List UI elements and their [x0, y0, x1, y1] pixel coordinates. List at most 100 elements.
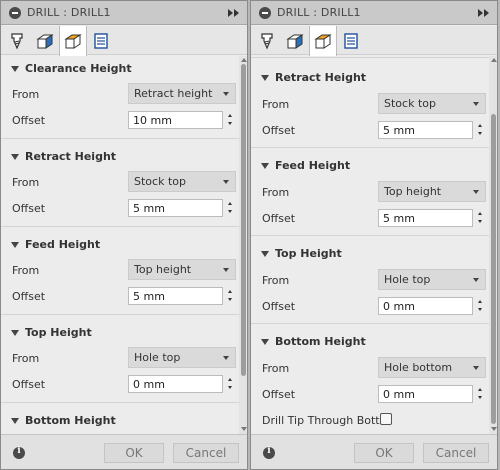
- scrollbar-thumb[interactable]: [491, 114, 496, 424]
- section-title: Clearance Height: [25, 62, 132, 75]
- retract-offset-input[interactable]: 5 mm: [378, 121, 473, 139]
- vertical-scrollbar[interactable]: [489, 56, 497, 434]
- dialog-footer: OK Cancel: [1, 434, 247, 469]
- tab-geometry[interactable]: [31, 26, 59, 55]
- spin-down-icon[interactable]: [478, 132, 482, 135]
- heights-box-icon: [314, 34, 332, 49]
- ok-button[interactable]: OK: [354, 443, 414, 463]
- collapse-icon[interactable]: [259, 7, 271, 19]
- scroll-up-icon[interactable]: [491, 58, 497, 62]
- spin-up-icon[interactable]: [228, 378, 232, 381]
- tab-geometry[interactable]: [281, 26, 309, 55]
- panel-titlebar[interactable]: DRILL : DRILL1: [1, 1, 247, 25]
- top-offset-input[interactable]: 0 mm: [128, 375, 223, 393]
- section-bottom-height[interactable]: Bottom Height: [1, 410, 239, 432]
- retract-from-select[interactable]: Stock top: [128, 171, 236, 192]
- spin-up-icon[interactable]: [478, 212, 482, 215]
- tab-tool[interactable]: [3, 26, 31, 55]
- clearance-offset-input[interactable]: 10 mm: [128, 111, 223, 129]
- tab-heights[interactable]: [309, 26, 337, 56]
- clearance-offset-spinner[interactable]: [224, 111, 236, 129]
- drill-tip-through-label: Drill Tip Through Bott...: [262, 414, 391, 427]
- spin-down-icon[interactable]: [228, 210, 232, 213]
- spin-down-icon[interactable]: [228, 298, 232, 301]
- tab-cycle[interactable]: [87, 26, 115, 55]
- offset-label: Offset: [12, 114, 46, 127]
- vertical-scrollbar[interactable]: [239, 56, 247, 434]
- spin-up-icon[interactable]: [228, 290, 232, 293]
- expand-arrows-icon[interactable]: [227, 8, 241, 18]
- spin-down-icon[interactable]: [228, 122, 232, 125]
- dropdown-arrow-icon: [473, 366, 479, 370]
- caret-down-icon: [11, 154, 19, 160]
- bottom-from-select[interactable]: Hole bottom: [378, 357, 486, 378]
- scroll-up-icon[interactable]: [241, 58, 247, 62]
- section-divider: [1, 402, 239, 403]
- from-label: From: [12, 176, 40, 189]
- collapse-icon[interactable]: [9, 7, 21, 19]
- drill-tip-through-checkbox[interactable]: [380, 413, 392, 425]
- spin-up-icon[interactable]: [478, 300, 482, 303]
- retract-offset-spinner[interactable]: [224, 199, 236, 217]
- spin-up-icon[interactable]: [228, 202, 232, 205]
- spin-up-icon[interactable]: [228, 114, 232, 117]
- section-top-height[interactable]: Top Height: [1, 322, 239, 344]
- select-value: Retract height: [134, 87, 213, 100]
- spin-down-icon[interactable]: [478, 308, 482, 311]
- caret-down-icon: [11, 418, 19, 424]
- section-feed-height[interactable]: Feed Height: [251, 155, 489, 177]
- heights-box-icon: [64, 34, 82, 49]
- expand-arrows-icon[interactable]: [477, 8, 491, 18]
- feed-offset-spinner[interactable]: [224, 287, 236, 305]
- section-top-height[interactable]: Top Height: [251, 243, 489, 265]
- top-offset-input[interactable]: 0 mm: [378, 297, 473, 315]
- select-value: Top height: [134, 263, 192, 276]
- tab-tool[interactable]: [253, 26, 281, 55]
- spin-down-icon[interactable]: [228, 386, 232, 389]
- dropdown-arrow-icon: [223, 180, 229, 184]
- bottom-offset-input[interactable]: 0 mm: [378, 385, 473, 403]
- spin-up-icon[interactable]: [478, 124, 482, 127]
- section-feed-height[interactable]: Feed Height: [1, 234, 239, 256]
- section-bottom-height[interactable]: Bottom Height: [251, 331, 489, 353]
- spin-down-icon[interactable]: [478, 220, 482, 223]
- drill-panel-left: DRILL : DRILL1 Clearance Height From Ret…: [0, 0, 248, 470]
- top-from-select[interactable]: Hole top: [378, 269, 486, 290]
- feed-from-select[interactable]: Top height: [378, 181, 486, 202]
- scroll-down-icon[interactable]: [241, 427, 247, 431]
- section-retract-height[interactable]: Retract Height: [1, 146, 239, 168]
- ok-button[interactable]: OK: [104, 443, 164, 463]
- select-value: Stock top: [384, 97, 436, 110]
- cancel-button[interactable]: Cancel: [423, 443, 489, 463]
- tab-toolbar: [1, 26, 247, 56]
- section-retract-height[interactable]: Retract Height: [251, 67, 489, 89]
- spin-up-icon[interactable]: [478, 388, 482, 391]
- feed-offset-input[interactable]: 5 mm: [378, 209, 473, 227]
- panel-titlebar[interactable]: DRILL : DRILL1: [251, 1, 497, 25]
- feed-offset-spinner[interactable]: [474, 209, 486, 227]
- parameters-scroll-area[interactable]: Clearance Height From Retract height Off…: [1, 56, 239, 434]
- spin-down-icon[interactable]: [478, 396, 482, 399]
- top-offset-spinner[interactable]: [224, 375, 236, 393]
- scroll-down-icon[interactable]: [491, 427, 497, 431]
- parameters-scroll-area[interactable]: Retract Height From Stock top Offset 5 m…: [251, 56, 489, 434]
- cancel-button[interactable]: Cancel: [173, 443, 239, 463]
- tab-cycle[interactable]: [337, 26, 365, 55]
- feed-from-select[interactable]: Top height: [128, 259, 236, 280]
- retract-offset-spinner[interactable]: [474, 121, 486, 139]
- dropdown-arrow-icon: [473, 102, 479, 106]
- top-offset-spinner[interactable]: [474, 297, 486, 315]
- feed-offset-input[interactable]: 5 mm: [128, 287, 223, 305]
- info-icon[interactable]: [13, 446, 25, 459]
- from-label: From: [262, 362, 290, 375]
- bottom-offset-spinner[interactable]: [474, 385, 486, 403]
- section-clearance-height[interactable]: Clearance Height: [1, 58, 239, 80]
- scrollbar-thumb[interactable]: [241, 64, 246, 376]
- retract-from-select[interactable]: Stock top: [378, 93, 486, 114]
- retract-offset-input[interactable]: 5 mm: [128, 199, 223, 217]
- clearance-from-select[interactable]: Retract height: [128, 83, 236, 104]
- top-from-select[interactable]: Hole top: [128, 347, 236, 368]
- info-icon[interactable]: [263, 446, 275, 459]
- tab-heights[interactable]: [59, 26, 87, 56]
- caret-down-icon: [11, 330, 19, 336]
